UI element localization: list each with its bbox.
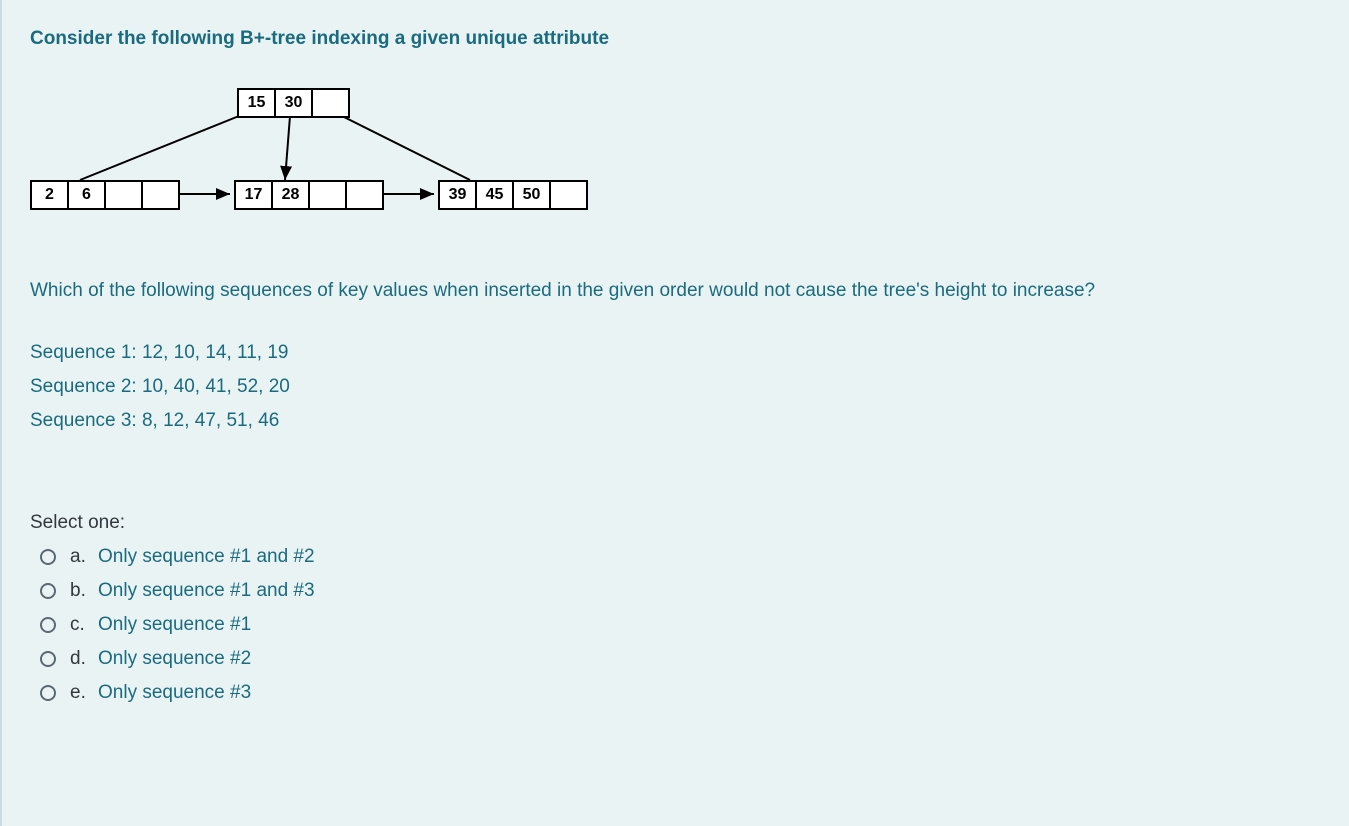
leaf3-cell-0: 39 [438, 180, 477, 210]
leaf2-cell-0: 17 [234, 180, 273, 210]
select-one-label: Select one: [30, 512, 1321, 534]
radio-b[interactable] [40, 583, 56, 599]
option-a[interactable]: a. Only sequence #1 and #2 [40, 546, 1321, 568]
root-cell-1: 30 [274, 88, 313, 118]
btree-leaf-3: 39 45 50 [438, 180, 588, 210]
option-d-letter: d. [70, 648, 94, 670]
leaf1-pointer [141, 180, 180, 210]
leaf1-cell-2 [104, 180, 143, 210]
leaf2-cell-2 [308, 180, 347, 210]
option-d[interactable]: d. Only sequence #2 [40, 648, 1321, 670]
root-cell-0: 15 [237, 88, 276, 118]
sequence-2: Sequence 2: 10, 40, 41, 52, 20 [30, 376, 1321, 398]
option-a-letter: a. [70, 546, 94, 568]
btree-leaf-2: 17 28 [234, 180, 384, 210]
option-b[interactable]: b. Only sequence #1 and #3 [40, 580, 1321, 602]
option-e-text: Only sequence #3 [98, 682, 251, 704]
option-a-text: Only sequence #1 and #2 [98, 546, 315, 568]
root-cell-2 [311, 88, 350, 118]
leaf3-cell-2: 50 [512, 180, 551, 210]
option-c[interactable]: c. Only sequence #1 [40, 614, 1321, 636]
option-e-letter: e. [70, 682, 94, 704]
radio-a[interactable] [40, 549, 56, 565]
leaf1-cell-1: 6 [67, 180, 106, 210]
leaf1-cell-0: 2 [30, 180, 69, 210]
radio-c[interactable] [40, 617, 56, 633]
btree-diagram: 15 30 2 6 17 28 39 45 50 [30, 80, 630, 240]
leaf2-pointer [345, 180, 384, 210]
leaf3-pointer [549, 180, 588, 210]
question-card: Consider the following B+-tree indexing … [0, 0, 1349, 826]
sequence-3: Sequence 3: 8, 12, 47, 51, 46 [30, 410, 1321, 432]
option-c-text: Only sequence #1 [98, 614, 251, 636]
btree-root-node: 15 30 [237, 88, 350, 118]
btree-leaf-1: 2 6 [30, 180, 180, 210]
question-body: Which of the following sequences of key … [30, 280, 1321, 302]
leaf2-cell-1: 28 [271, 180, 310, 210]
radio-d[interactable] [40, 651, 56, 667]
option-b-letter: b. [70, 580, 94, 602]
option-e[interactable]: e. Only sequence #3 [40, 682, 1321, 704]
option-d-text: Only sequence #2 [98, 648, 251, 670]
sequence-1: Sequence 1: 12, 10, 14, 11, 19 [30, 342, 1321, 364]
option-b-text: Only sequence #1 and #3 [98, 580, 315, 602]
leaf3-cell-1: 45 [475, 180, 514, 210]
option-c-letter: c. [70, 614, 94, 636]
options-group: a. Only sequence #1 and #2 b. Only seque… [40, 546, 1321, 704]
radio-e[interactable] [40, 685, 56, 701]
question-title: Consider the following B+-tree indexing … [30, 28, 1321, 50]
